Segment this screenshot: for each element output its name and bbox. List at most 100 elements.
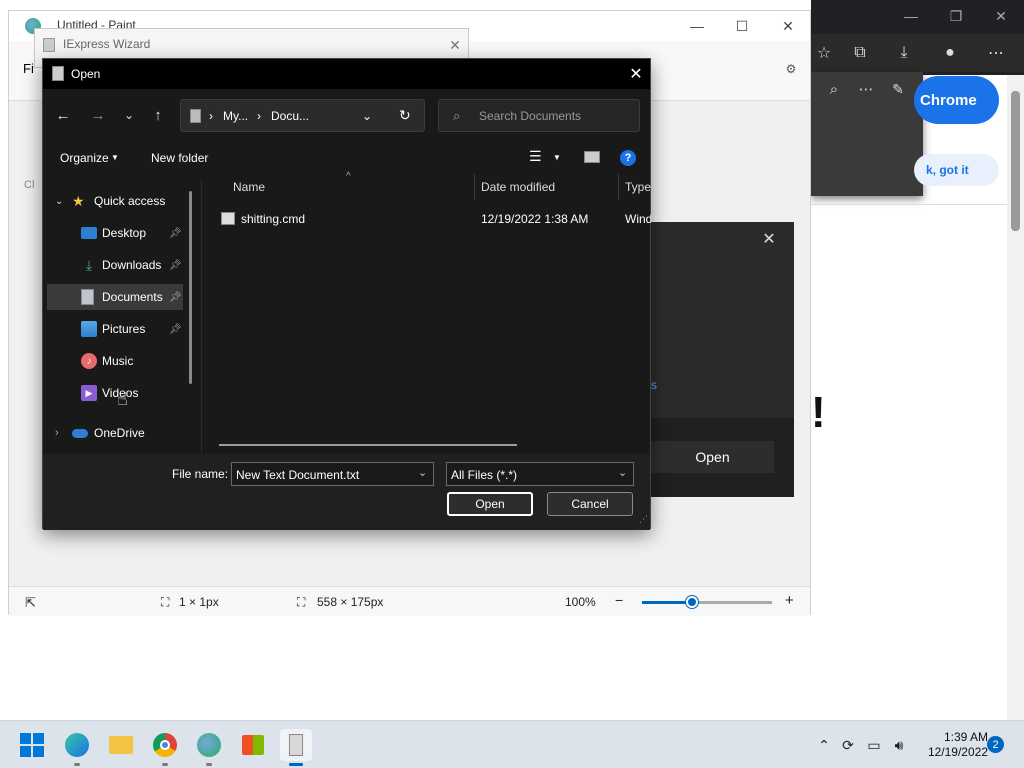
breadcrumb-segment[interactable]: My... xyxy=(223,109,248,123)
nav-onedrive[interactable]: › OneDrive xyxy=(47,420,183,446)
refresh-icon[interactable]: ↻ xyxy=(399,107,411,124)
search-box[interactable]: ⌕ Search Documents xyxy=(438,99,640,132)
zoom-slider-handle[interactable] xyxy=(686,596,698,608)
notification-badge[interactable]: 2 xyxy=(987,736,1004,753)
more-icon[interactable]: ⋯ xyxy=(983,40,1009,66)
settings-icon[interactable]: ⚙ xyxy=(781,59,801,79)
recent-locations-icon[interactable]: ⌄ xyxy=(118,104,140,126)
breadcrumb-segment[interactable]: Docu... xyxy=(271,109,309,123)
sort-up-icon: ^ xyxy=(346,171,351,182)
open-button[interactable]: Open xyxy=(447,492,533,516)
volume-icon[interactable]: 🔊︎ xyxy=(889,735,909,755)
clock[interactable]: 1:39 AM 12/19/2022 xyxy=(910,730,988,760)
column-type[interactable]: Type xyxy=(625,180,651,194)
taskbar-chrome[interactable] xyxy=(149,729,181,761)
file-menu[interactable]: Fi xyxy=(23,61,34,76)
address-bar[interactable]: › My... › Docu... ⌄ ↻ xyxy=(180,99,425,132)
download-icon[interactable]: ⤓ xyxy=(891,40,917,66)
horizontal-scrollbar[interactable] xyxy=(219,444,517,446)
nav-scrollbar[interactable] xyxy=(189,191,192,384)
chevron-down-icon[interactable]: ▼ xyxy=(111,153,119,162)
chevron-down-icon[interactable]: ⌄ xyxy=(618,466,627,479)
nav-item-documents[interactable]: Documents 📌︎ xyxy=(47,284,183,310)
close-icon[interactable]: ✕ xyxy=(625,63,647,85)
edge-icon xyxy=(65,733,89,757)
search-icon: ⌕ xyxy=(453,108,461,123)
cancel-button[interactable]: Cancel xyxy=(547,492,633,516)
resize-grip-icon[interactable]: ⋰ xyxy=(639,514,648,525)
nav-label: Documents xyxy=(102,290,163,304)
nav-item-pictures[interactable]: Pictures 📌︎ xyxy=(47,316,183,342)
minimize-icon[interactable]: — xyxy=(685,16,709,36)
music-icon: ♪ xyxy=(81,353,97,369)
got-it-button[interactable]: k, got it xyxy=(914,154,999,186)
file-type-value: All Files (*.*) xyxy=(451,468,518,482)
nav-item-music[interactable]: ♪ Music xyxy=(47,348,183,374)
file-type-select[interactable]: All Files (*.*) ⌄ xyxy=(446,462,634,486)
taskbar-store[interactable] xyxy=(237,729,269,761)
get-chrome-button[interactable]: Chrome xyxy=(914,76,999,124)
restore-icon[interactable]: ❐ xyxy=(946,6,966,26)
file-name-input[interactable]: New Text Document.txt ⌄ xyxy=(231,462,434,486)
taskbar-file-explorer[interactable] xyxy=(105,729,137,761)
chevron-right-icon[interactable]: › xyxy=(55,427,59,439)
maximize-icon[interactable]: ☐ xyxy=(730,16,754,36)
column-date-modified[interactable]: Date modified xyxy=(481,180,555,194)
back-icon[interactable]: ← xyxy=(52,104,74,126)
view-icon[interactable]: ☰ xyxy=(529,148,542,165)
canvas-size: 558 × 175px xyxy=(317,595,384,609)
nav-item-downloads[interactable]: ⤓ Downloads 📌︎ xyxy=(47,252,183,278)
sync-icon[interactable]: ⟳ xyxy=(838,735,858,755)
search-icon[interactable]: ⌕ xyxy=(823,78,845,100)
active-indicator xyxy=(289,763,303,766)
file-name[interactable]: shitting.cmd xyxy=(241,212,305,226)
collections-icon[interactable]: ⧉ xyxy=(847,40,873,66)
close-icon[interactable]: ✕ xyxy=(991,6,1011,26)
close-icon[interactable]: ✕ xyxy=(445,35,465,55)
table-row[interactable] xyxy=(203,212,651,290)
nav-label: Pictures xyxy=(102,322,146,336)
running-indicator xyxy=(162,763,168,766)
more-icon[interactable]: ⋯ xyxy=(855,78,877,100)
zoom-slider[interactable] xyxy=(642,601,772,604)
documents-icon xyxy=(81,289,94,305)
taskbar-paint[interactable] xyxy=(193,729,225,761)
chevron-down-icon[interactable]: ⌄ xyxy=(362,109,372,123)
nav-label: OneDrive xyxy=(94,426,145,440)
background-link[interactable]: s xyxy=(651,378,657,392)
profile-icon[interactable]: ● xyxy=(937,40,963,66)
taskbar-iexpress[interactable] xyxy=(280,729,312,761)
page-scrollbar[interactable] xyxy=(1007,75,1024,720)
preview-pane-icon[interactable] xyxy=(584,151,600,163)
file-list: Name ^ Date modified Type shitting.cmd 1… xyxy=(203,171,651,454)
zoom-in-icon[interactable]: + xyxy=(785,592,794,609)
up-icon[interactable]: ↑ xyxy=(147,104,169,126)
close-icon[interactable]: ✕ xyxy=(758,228,780,250)
column-divider[interactable] xyxy=(618,174,619,200)
chevron-down-icon[interactable]: ⌄ xyxy=(418,466,427,479)
favorites-icon[interactable]: ☆ xyxy=(811,40,837,66)
column-divider[interactable] xyxy=(474,174,475,200)
search-input[interactable]: Search Documents xyxy=(479,109,581,123)
background-open-button[interactable]: Open xyxy=(651,441,774,473)
chevron-down-icon[interactable]: ⌄ xyxy=(55,196,63,207)
taskbar-edge[interactable] xyxy=(61,729,93,761)
nav-item-desktop[interactable]: Desktop 📌︎ xyxy=(47,220,183,246)
nav-item-videos[interactable]: ▶ Videos xyxy=(47,380,183,406)
forward-icon[interactable]: → xyxy=(87,104,109,126)
help-icon[interactable]: ? xyxy=(620,150,636,166)
new-folder-button[interactable]: New folder xyxy=(151,151,208,165)
organize-button[interactable]: Organize xyxy=(60,151,109,165)
minimize-icon[interactable]: — xyxy=(901,6,921,26)
column-name[interactable]: Name xyxy=(233,180,265,194)
chevron-down-icon[interactable]: ▼ xyxy=(553,153,561,162)
chevron-up-icon[interactable]: ⌃ xyxy=(814,735,834,755)
close-icon[interactable]: ✕ xyxy=(776,16,800,36)
nav-quick-access[interactable]: ⌄ ★ Quick access xyxy=(47,188,183,214)
zoom-out-icon[interactable]: − xyxy=(615,592,623,608)
pin-icon[interactable]: ✎ xyxy=(887,78,909,100)
start-button[interactable] xyxy=(16,729,48,761)
network-icon[interactable]: ▭ xyxy=(864,735,884,755)
cmd-file-icon xyxy=(221,212,235,225)
dialog-title: Open xyxy=(71,67,101,81)
